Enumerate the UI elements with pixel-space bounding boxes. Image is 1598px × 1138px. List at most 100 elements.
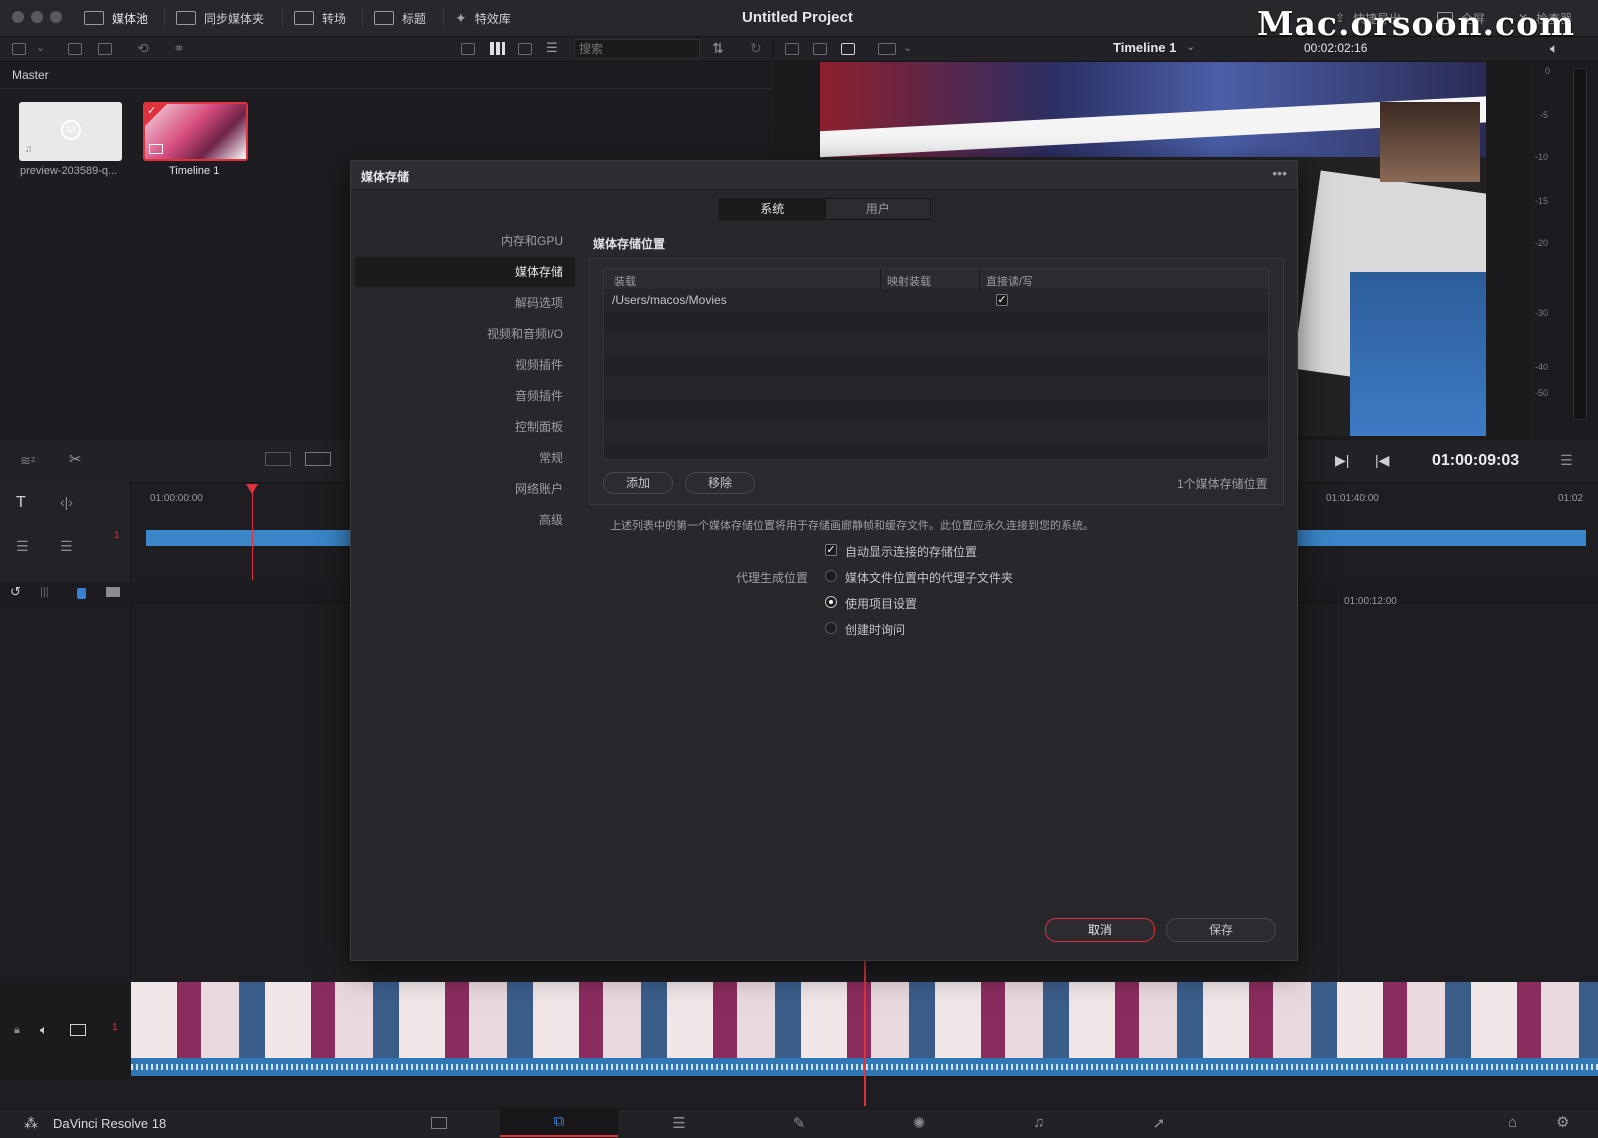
nav-item-memory-gpu[interactable]: 内存和GPU xyxy=(355,226,575,256)
relink-icon[interactable]: ⟲ xyxy=(137,40,149,57)
detail-view-icon[interactable]: ☰ xyxy=(546,40,558,56)
viewer-mode-icon[interactable] xyxy=(785,43,799,55)
deliver-page-icon: ➚ xyxy=(1152,1114,1166,1132)
bin-name[interactable]: Master xyxy=(12,68,49,82)
refresh-icon[interactable]: ↻ xyxy=(750,40,762,57)
save-button[interactable]: 保存 xyxy=(1166,918,1276,942)
chevron-down-icon[interactable]: ⌄ xyxy=(1186,40,1195,53)
tab-user[interactable]: 用户 xyxy=(824,199,931,219)
remove-storage-button[interactable]: 移除 xyxy=(685,472,755,494)
overwrite-clip-icon[interactable] xyxy=(305,452,331,466)
page-fusion-button[interactable]: ✎ xyxy=(740,1108,858,1137)
audio-clip-icon: M xyxy=(61,120,81,140)
chevron-down-icon[interactable]: ⌄ xyxy=(36,41,45,54)
search-input[interactable] xyxy=(574,39,700,59)
chevron-down-icon[interactable]: ⌄ xyxy=(903,41,912,54)
proxy-option-subfolder-radio[interactable] xyxy=(825,570,837,582)
insert-clip-icon[interactable] xyxy=(265,452,291,466)
nav-item-internet-accounts[interactable]: 网络账户 xyxy=(355,474,575,504)
timeline-clip-overview[interactable] xyxy=(1296,530,1586,546)
divider xyxy=(164,7,165,29)
scissors-icon[interactable]: ✂ xyxy=(69,450,82,468)
lock-icon[interactable]: 🔒︎ xyxy=(14,1024,20,1037)
color-page-icon: ✺ xyxy=(912,1114,926,1132)
snap-icon[interactable]: ↺ xyxy=(10,584,21,600)
transitions-button[interactable]: 转场 xyxy=(294,0,346,36)
proxy-option-project-radio[interactable] xyxy=(825,596,837,608)
page-deliver-button[interactable]: ➚ xyxy=(1100,1108,1218,1137)
filmstrip-view-icon[interactable] xyxy=(518,43,532,55)
video-track-icon[interactable] xyxy=(70,1024,86,1036)
viewer-grid-icon[interactable] xyxy=(841,43,855,55)
playhead-handle[interactable] xyxy=(246,484,258,494)
fusion-page-icon: ✎ xyxy=(792,1114,806,1132)
speaker-icon[interactable]: 🔈︎ xyxy=(1550,40,1558,57)
tab-system[interactable]: 系统 xyxy=(720,199,825,219)
list-view-icon[interactable] xyxy=(461,43,475,55)
auto-show-checkbox[interactable]: ✓ xyxy=(825,544,837,556)
sync-bin-icon xyxy=(176,11,196,25)
davinci-logo-icon: ⁂ xyxy=(24,1115,38,1131)
nav-item-media-storage[interactable]: 媒体存储 xyxy=(355,257,575,287)
level-meter xyxy=(1573,68,1587,420)
previous-frame-icon[interactable]: |◀ xyxy=(1375,452,1389,469)
next-frame-icon[interactable]: ▶| xyxy=(1335,452,1349,469)
nav-item-advanced[interactable]: 高级 xyxy=(355,505,575,535)
ripple-icon[interactable]: ☰ xyxy=(60,538,73,555)
media-pool-label: 媒体池 xyxy=(112,11,149,26)
trim-tool-icon[interactable]: ‹|› xyxy=(60,494,73,510)
settings-gear-icon[interactable]: ⚙ xyxy=(1556,1113,1569,1131)
viewer-timecode: 01:00:09:03 xyxy=(1432,452,1520,469)
direct-rw-checkbox[interactable]: ✓ xyxy=(996,294,1008,306)
cancel-button[interactable]: 取消 xyxy=(1045,918,1155,942)
media-pool-icon xyxy=(84,11,104,25)
nav-item-video-plugins[interactable]: 视频插件 xyxy=(355,350,575,380)
timeline-clip-overview[interactable] xyxy=(146,530,350,546)
nav-item-video-audio-io[interactable]: 视频和音频I/O xyxy=(355,319,575,349)
snooze-icon[interactable]: ≋ᶻ xyxy=(20,453,36,469)
new-bin-icon[interactable] xyxy=(98,43,112,55)
nav-item-general[interactable]: 常规 xyxy=(355,443,575,473)
page-cut-button[interactable]: ⧉ xyxy=(500,1108,618,1137)
sync-bin-button[interactable]: 同步媒体夹 xyxy=(176,0,264,36)
text-tool-icon[interactable]: T xyxy=(16,494,26,512)
add-storage-button[interactable]: 添加 xyxy=(603,472,673,494)
speaker-icon[interactable]: 🔈︎ xyxy=(40,1022,48,1038)
viewer-size-icon[interactable] xyxy=(878,43,896,55)
close-window-button[interactable] xyxy=(12,11,24,23)
nav-item-decode-options[interactable]: 解码选项 xyxy=(355,288,575,318)
nav-item-audio-plugins[interactable]: 音频插件 xyxy=(355,381,575,411)
viewer-layout-icon[interactable] xyxy=(813,43,827,55)
marker-icon[interactable] xyxy=(106,587,120,597)
effects-button[interactable]: ✦ 特效库 xyxy=(455,0,511,36)
page-fairlight-button[interactable]: ♫ xyxy=(980,1108,1098,1137)
append-icon[interactable]: ☰ xyxy=(16,538,29,555)
menu-icon[interactable]: ☰ xyxy=(1560,452,1573,469)
titles-button[interactable]: 标题 xyxy=(374,0,426,36)
more-options-icon[interactable]: ••• xyxy=(1272,165,1287,181)
project-settings-dialog: 媒体存储 ••• 系统 用户 内存和GPU 媒体存储 解码选项 视频和音频I/O… xyxy=(350,160,1298,961)
unlink-icon[interactable]: ⚭ xyxy=(173,40,185,57)
panel-toggle-icon[interactable] xyxy=(12,43,26,55)
home-icon[interactable]: ⌂ xyxy=(1508,1114,1517,1131)
grid-view-icon[interactable] xyxy=(490,42,505,55)
page-edit-button[interactable]: ☰ xyxy=(620,1108,738,1137)
sort-icon[interactable]: ⇅ xyxy=(712,40,724,57)
minimize-window-button[interactable] xyxy=(31,11,43,23)
proxy-option-ask-radio[interactable] xyxy=(825,622,837,634)
effects-label: 特效库 xyxy=(474,11,511,26)
table-row[interactable]: /Users/macos/Movies ✓ xyxy=(604,289,1268,311)
ruler-timecode: 01:00:12:00 xyxy=(1344,596,1397,607)
clip-thumbnail[interactable]: M ♫ xyxy=(19,102,122,161)
zoom-window-button[interactable] xyxy=(50,11,62,23)
media-pool-button[interactable]: 媒体池 xyxy=(84,0,148,36)
timeline-name[interactable]: Timeline 1 xyxy=(1113,40,1176,55)
page-media-button[interactable] xyxy=(380,1108,498,1137)
flag-icon[interactable] xyxy=(77,588,86,599)
page-color-button[interactable]: ✺ xyxy=(860,1108,978,1137)
import-icon[interactable] xyxy=(68,43,82,55)
nav-item-control-panels[interactable]: 控制面板 xyxy=(355,412,575,442)
timeline-thumbnail[interactable]: ✓ xyxy=(143,102,248,161)
waveform-icon[interactable]: ||| xyxy=(40,586,49,598)
transitions-label: 转场 xyxy=(322,11,347,26)
